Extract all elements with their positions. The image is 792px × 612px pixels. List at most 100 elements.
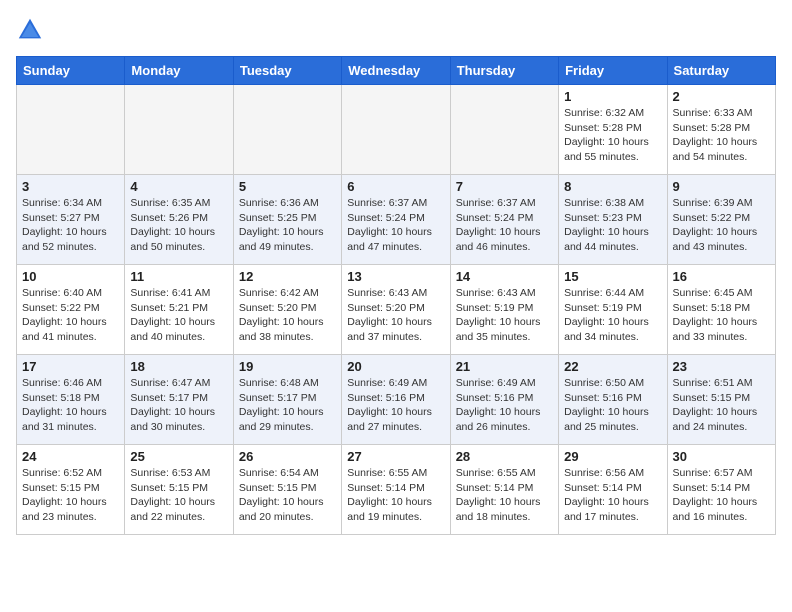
- calendar-cell: 18 Sunrise: 6:47 AM Sunset: 5:17 PM Dayli…: [125, 355, 233, 445]
- calendar-cell: 11 Sunrise: 6:41 AM Sunset: 5:21 PM Dayli…: [125, 265, 233, 355]
- day-number: 14: [456, 269, 553, 284]
- day-info: Sunrise: 6:48 AM Sunset: 5:17 PM Dayligh…: [239, 376, 336, 435]
- day-number: 28: [456, 449, 553, 464]
- calendar-cell: [125, 85, 233, 175]
- day-number: 6: [347, 179, 444, 194]
- calendar-cell: 2Sunrise: 6:33 AM Sunset: 5:28 PM Daylig…: [667, 85, 775, 175]
- calendar-cell: 30 Sunrise: 6:57 AM Sunset: 5:14 PM Dayli…: [667, 445, 775, 535]
- calendar-cell: 20 Sunrise: 6:49 AM Sunset: 5:16 PM Dayli…: [342, 355, 450, 445]
- calendar-cell: 9 Sunrise: 6:39 AM Sunset: 5:22 PM Daylig…: [667, 175, 775, 265]
- day-number: 3: [22, 179, 119, 194]
- calendar-cell: 13 Sunrise: 6:43 AM Sunset: 5:20 PM Dayli…: [342, 265, 450, 355]
- calendar-cell: 24Sunrise: 6:52 AM Sunset: 5:15 PM Dayli…: [17, 445, 125, 535]
- calendar-cell: [233, 85, 341, 175]
- day-number: 13: [347, 269, 444, 284]
- calendar-cell: 7 Sunrise: 6:37 AM Sunset: 5:24 PM Daylig…: [450, 175, 558, 265]
- calendar-cell: 29 Sunrise: 6:56 AM Sunset: 5:14 PM Dayli…: [559, 445, 667, 535]
- calendar-cell: 1 Sunrise: 6:32 AM Sunset: 5:28 PM Daylig…: [559, 85, 667, 175]
- calendar-cell: 17 Sunrise: 6:46 AM Sunset: 5:18 PM Dayli…: [17, 355, 125, 445]
- calendar-cell: 16 Sunrise: 6:45 AM Sunset: 5:18 PM Dayli…: [667, 265, 775, 355]
- day-info: Sunrise: 6:52 AM Sunset: 5:15 PM Dayligh…: [22, 466, 119, 525]
- calendar-cell: [450, 85, 558, 175]
- calendar-cell: 12 Sunrise: 6:42 AM Sunset: 5:20 PM Dayli…: [233, 265, 341, 355]
- calendar-cell: 23 Sunrise: 6:51 AM Sunset: 5:15 PM Dayli…: [667, 355, 775, 445]
- day-number: 17: [22, 359, 119, 374]
- day-info: Sunrise: 6:34 AM Sunset: 5:27 PM Dayligh…: [22, 196, 119, 255]
- day-info: Sunrise: 6:43 AM Sunset: 5:20 PM Dayligh…: [347, 286, 444, 345]
- day-number: 15: [564, 269, 661, 284]
- day-info: Sunrise: 6:54 AM Sunset: 5:15 PM Dayligh…: [239, 466, 336, 525]
- day-info: Sunrise: 6:49 AM Sunset: 5:16 PM Dayligh…: [347, 376, 444, 435]
- day-info: Sunrise: 6:39 AM Sunset: 5:22 PM Dayligh…: [673, 196, 770, 255]
- day-info: Sunrise: 6:57 AM Sunset: 5:14 PM Dayligh…: [673, 466, 770, 525]
- day-number: 8: [564, 179, 661, 194]
- day-info: Sunrise: 6:37 AM Sunset: 5:24 PM Dayligh…: [347, 196, 444, 255]
- day-number: 10: [22, 269, 119, 284]
- day-info: Sunrise: 6:56 AM Sunset: 5:14 PM Dayligh…: [564, 466, 661, 525]
- day-number: 27: [347, 449, 444, 464]
- day-number: 19: [239, 359, 336, 374]
- day-number: 30: [673, 449, 770, 464]
- day-info: Sunrise: 6:35 AM Sunset: 5:26 PM Dayligh…: [130, 196, 227, 255]
- weekday-header: Tuesday: [233, 57, 341, 85]
- day-info: Sunrise: 6:49 AM Sunset: 5:16 PM Dayligh…: [456, 376, 553, 435]
- page-header: [16, 16, 776, 44]
- calendar-cell: 22 Sunrise: 6:50 AM Sunset: 5:16 PM Dayli…: [559, 355, 667, 445]
- calendar-cell: 27 Sunrise: 6:55 AM Sunset: 5:14 PM Dayli…: [342, 445, 450, 535]
- day-info: Sunrise: 6:32 AM Sunset: 5:28 PM Dayligh…: [564, 106, 661, 165]
- weekday-header: Friday: [559, 57, 667, 85]
- day-number: 2: [673, 89, 770, 104]
- calendar-cell: [342, 85, 450, 175]
- weekday-header: Saturday: [667, 57, 775, 85]
- calendar-cell: 3 Sunrise: 6:34 AM Sunset: 5:27 PM Daylig…: [17, 175, 125, 265]
- day-info: Sunrise: 6:41 AM Sunset: 5:21 PM Dayligh…: [130, 286, 227, 345]
- weekday-header: Monday: [125, 57, 233, 85]
- day-info: Sunrise: 6:44 AM Sunset: 5:19 PM Dayligh…: [564, 286, 661, 345]
- calendar-cell: 14Sunrise: 6:43 AM Sunset: 5:19 PM Dayli…: [450, 265, 558, 355]
- weekday-header: Sunday: [17, 57, 125, 85]
- calendar-cell: 28Sunrise: 6:55 AM Sunset: 5:14 PM Dayli…: [450, 445, 558, 535]
- calendar-week-row: 10 Sunrise: 6:40 AM Sunset: 5:22 PM Dayli…: [17, 265, 776, 355]
- calendar-cell: 5Sunrise: 6:36 AM Sunset: 5:25 PM Daylig…: [233, 175, 341, 265]
- calendar-cell: 26 Sunrise: 6:54 AM Sunset: 5:15 PM Dayli…: [233, 445, 341, 535]
- day-info: Sunrise: 6:47 AM Sunset: 5:17 PM Dayligh…: [130, 376, 227, 435]
- day-number: 20: [347, 359, 444, 374]
- calendar-cell: 6 Sunrise: 6:37 AM Sunset: 5:24 PM Daylig…: [342, 175, 450, 265]
- day-number: 23: [673, 359, 770, 374]
- day-info: Sunrise: 6:42 AM Sunset: 5:20 PM Dayligh…: [239, 286, 336, 345]
- logo: [16, 16, 48, 44]
- day-number: 9: [673, 179, 770, 194]
- day-info: Sunrise: 6:45 AM Sunset: 5:18 PM Dayligh…: [673, 286, 770, 345]
- day-number: 12: [239, 269, 336, 284]
- calendar-cell: 19 Sunrise: 6:48 AM Sunset: 5:17 PM Dayli…: [233, 355, 341, 445]
- calendar-cell: 21 Sunrise: 6:49 AM Sunset: 5:16 PM Dayli…: [450, 355, 558, 445]
- day-number: 18: [130, 359, 227, 374]
- day-number: 25: [130, 449, 227, 464]
- day-number: 26: [239, 449, 336, 464]
- day-info: Sunrise: 6:53 AM Sunset: 5:15 PM Dayligh…: [130, 466, 227, 525]
- logo-icon: [16, 16, 44, 44]
- day-info: Sunrise: 6:36 AM Sunset: 5:25 PM Dayligh…: [239, 196, 336, 255]
- day-number: 21: [456, 359, 553, 374]
- day-number: 1: [564, 89, 661, 104]
- day-info: Sunrise: 6:55 AM Sunset: 5:14 PM Dayligh…: [347, 466, 444, 525]
- calendar-week-row: 17 Sunrise: 6:46 AM Sunset: 5:18 PM Dayli…: [17, 355, 776, 445]
- day-number: 16: [673, 269, 770, 284]
- calendar-week-row: 24Sunrise: 6:52 AM Sunset: 5:15 PM Dayli…: [17, 445, 776, 535]
- day-number: 11: [130, 269, 227, 284]
- day-info: Sunrise: 6:50 AM Sunset: 5:16 PM Dayligh…: [564, 376, 661, 435]
- day-info: Sunrise: 6:37 AM Sunset: 5:24 PM Dayligh…: [456, 196, 553, 255]
- day-number: 29: [564, 449, 661, 464]
- day-info: Sunrise: 6:38 AM Sunset: 5:23 PM Dayligh…: [564, 196, 661, 255]
- weekday-header-row: SundayMondayTuesdayWednesdayThursdayFrid…: [17, 57, 776, 85]
- calendar-cell: 25 Sunrise: 6:53 AM Sunset: 5:15 PM Dayli…: [125, 445, 233, 535]
- weekday-header: Wednesday: [342, 57, 450, 85]
- calendar-table: SundayMondayTuesdayWednesdayThursdayFrid…: [16, 56, 776, 535]
- weekday-header: Thursday: [450, 57, 558, 85]
- day-info: Sunrise: 6:40 AM Sunset: 5:22 PM Dayligh…: [22, 286, 119, 345]
- day-info: Sunrise: 6:46 AM Sunset: 5:18 PM Dayligh…: [22, 376, 119, 435]
- day-number: 7: [456, 179, 553, 194]
- day-info: Sunrise: 6:51 AM Sunset: 5:15 PM Dayligh…: [673, 376, 770, 435]
- day-number: 22: [564, 359, 661, 374]
- calendar-cell: 8 Sunrise: 6:38 AM Sunset: 5:23 PM Daylig…: [559, 175, 667, 265]
